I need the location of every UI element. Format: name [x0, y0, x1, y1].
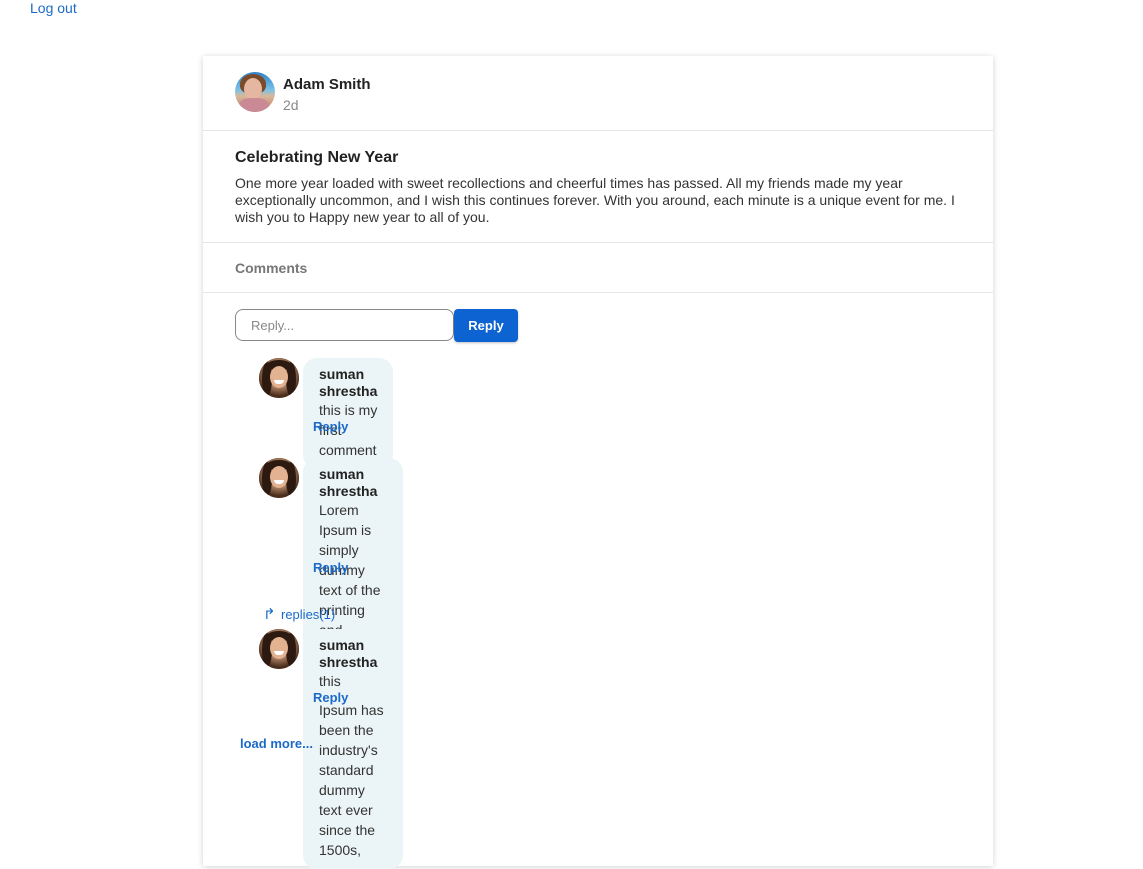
comment-reply-link[interactable]: Reply [313, 419, 348, 434]
comments-header: Comments [203, 243, 993, 293]
avatar[interactable] [259, 629, 299, 669]
replies-count: replies(1) [281, 607, 336, 622]
author-name[interactable]: Adam Smith [283, 76, 371, 93]
post-card: Adam Smith 2d Celebrating New Year One m… [203, 56, 993, 869]
comment-bubble: suman shrestha this is my first comment [303, 358, 394, 469]
comment-text: this [319, 673, 341, 689]
post-timestamp: 2d [283, 97, 299, 113]
comment-reply-link[interactable]: Reply [313, 560, 348, 575]
author-avatar[interactable] [235, 72, 275, 112]
post-content: Celebrating New Year One more year loade… [203, 131, 993, 243]
post-header: Adam Smith 2d [203, 56, 993, 131]
comment-author[interactable]: suman shrestha [319, 366, 377, 400]
reply-arrow-icon: ↱ [263, 606, 276, 623]
avatar[interactable] [259, 358, 299, 398]
logout-link[interactable]: Log out [30, 0, 77, 16]
reply-input[interactable] [235, 309, 454, 341]
avatar[interactable] [259, 458, 299, 498]
load-more-link[interactable]: load more... [240, 736, 313, 751]
comment-author[interactable]: suman shrestha [319, 637, 377, 671]
submit-reply-button[interactable]: Reply [454, 309, 518, 342]
replies-toggle[interactable]: ↱ replies(1) [263, 605, 335, 623]
comment-author[interactable]: suman shrestha [319, 466, 387, 500]
post-title: Celebrating New Year [235, 149, 399, 166]
post-text: One more year loaded with sweet recollec… [235, 175, 955, 225]
comment-reply-link[interactable]: Reply [313, 690, 348, 705]
comments-label: Comments [235, 260, 308, 276]
